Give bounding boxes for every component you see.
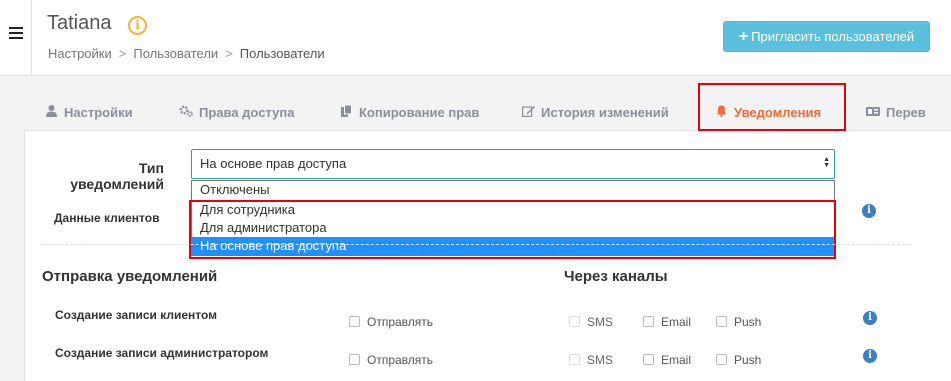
tab-access-rights[interactable]: Права доступа: [179, 94, 294, 134]
email-label: Email: [661, 315, 692, 329]
push-label: Push: [734, 353, 762, 367]
info-icon[interactable]: i: [863, 349, 877, 363]
highlight-box-tab: [698, 83, 846, 131]
breadcrumb-separator: >: [225, 46, 233, 61]
send-checkbox[interactable]: [349, 354, 360, 365]
exchange-icon: [866, 94, 880, 132]
tab-access-rights-label: Права доступа: [199, 105, 295, 120]
invite-users-label: Пригласить пользователей: [751, 29, 915, 44]
select-arrows-icon: ▲ ▼: [823, 156, 830, 169]
send-checkbox[interactable]: [349, 316, 360, 327]
plus-icon: +: [738, 28, 749, 45]
tab-history[interactable]: История изменений: [521, 94, 669, 134]
tab-transfer[interactable]: Перев: [866, 94, 926, 134]
info-icon[interactable]: i: [863, 311, 877, 325]
info-icon[interactable]: i: [128, 16, 147, 35]
tab-history-label: История изменений: [541, 105, 669, 120]
push-checkbox[interactable]: [716, 354, 727, 365]
page-title: Tatiana: [47, 12, 112, 34]
sms-label: SMS: [587, 315, 614, 329]
push-label: Push: [734, 315, 762, 329]
option-disabled[interactable]: Отключены: [192, 181, 834, 199]
tab-copy-rights[interactable]: Копирование прав: [339, 94, 479, 134]
invite-users-button[interactable]: + Пригласить пользователей: [723, 21, 930, 52]
breadcrumb-settings[interactable]: Настройки: [48, 46, 112, 61]
divider: [40, 244, 910, 245]
left-bar: [0, 0, 32, 76]
channels-title: Через каналы: [564, 268, 668, 285]
push-checkbox[interactable]: [716, 316, 727, 327]
page-header: Tatiana i Настройки > Пользователи > Пользов…: [32, 0, 951, 76]
client-data-label: Данные клиентов: [54, 211, 160, 225]
menu-icon[interactable]: [9, 27, 23, 39]
edit-icon: [521, 94, 535, 132]
notification-type-select[interactable]: На основе прав доступа ▲ ▼: [191, 149, 835, 179]
cogs-icon: [179, 94, 193, 132]
breadcrumb-current: Пользователи: [239, 46, 325, 61]
row-label-client-booking: Создание записи клиентом: [55, 308, 218, 322]
highlight-box-options: [189, 200, 836, 259]
user-icon: [44, 94, 58, 132]
email-checkbox[interactable]: [643, 316, 654, 327]
email-label: Email: [661, 353, 692, 367]
email-checkbox[interactable]: [643, 354, 654, 365]
info-icon[interactable]: i: [862, 204, 876, 218]
send-label: Отправлять: [367, 315, 434, 329]
tab-copy-rights-label: Копирование прав: [359, 105, 480, 120]
copy-icon: [339, 94, 353, 132]
send-label: Отправлять: [367, 353, 434, 367]
row-label-admin-booking: Создание записи администратором: [55, 346, 269, 360]
sms-checkbox[interactable]: [569, 316, 580, 327]
select-value: На основе прав доступа: [200, 156, 347, 171]
notification-type-label: Тип уведомлений: [70, 160, 164, 192]
tab-settings[interactable]: Настройки: [44, 94, 133, 134]
tab-transfer-label: Перев: [886, 105, 926, 120]
sending-title: Отправка уведомлений: [42, 268, 218, 285]
sms-label: SMS: [587, 353, 614, 367]
sms-checkbox[interactable]: [569, 354, 580, 365]
tab-settings-label: Настройки: [64, 105, 133, 120]
breadcrumb: Настройки > Пользователи > Пользователи: [48, 46, 325, 61]
breadcrumb-users[interactable]: Пользователи: [133, 46, 218, 61]
breadcrumb-separator: >: [118, 46, 127, 61]
